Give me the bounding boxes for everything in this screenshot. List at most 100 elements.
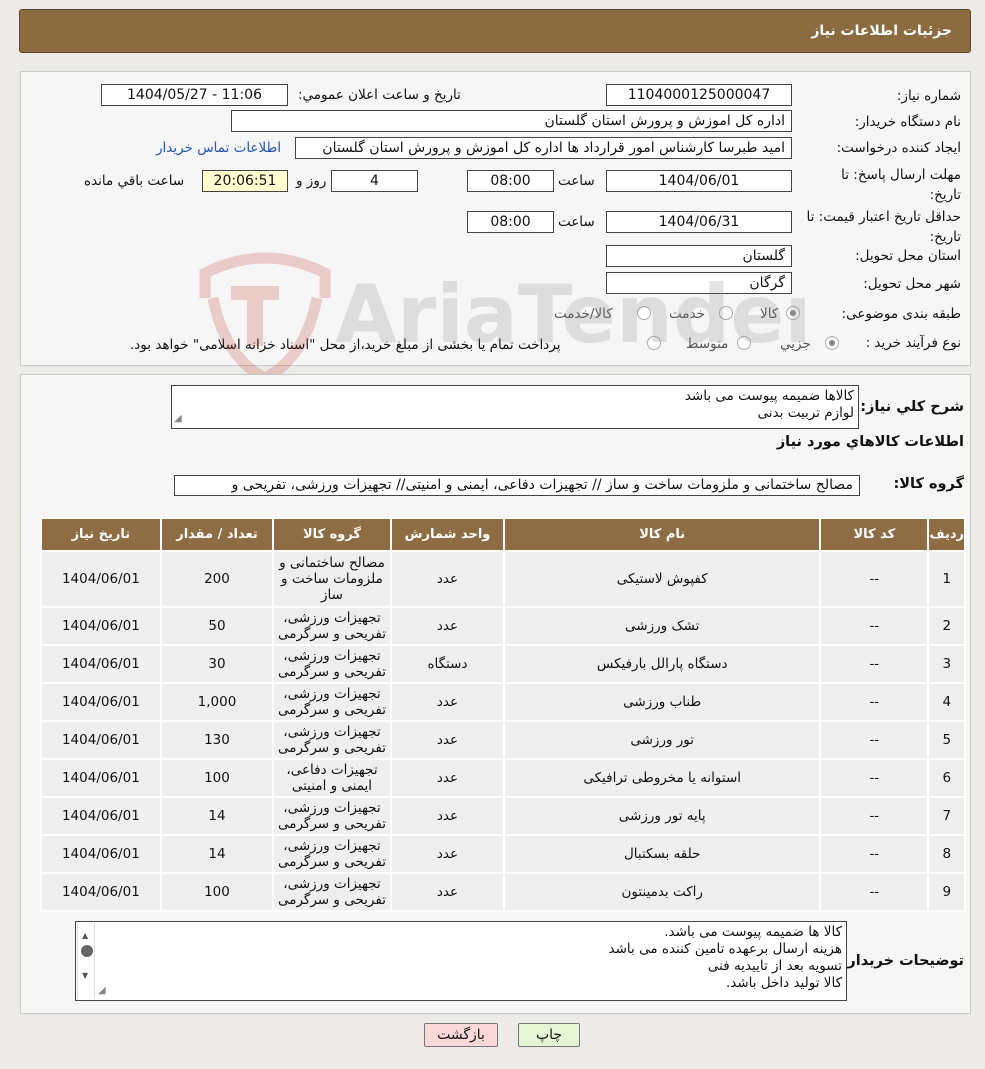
row-number-cell: 7 — [927, 796, 966, 836]
item-name-cell: تور ورزشی — [503, 720, 822, 760]
summary-textarea[interactable]: کالاها ضمیمه پیوست می باشد لوازم تربیت ب… — [171, 385, 859, 429]
announce-label: تاریخ و ساعت اعلان عمومي: — [298, 87, 461, 103]
item-group-cell: تجهیزات ورزشی، تفریحی و سرگرمی — [272, 606, 392, 646]
need-number-field: 1104000125000047 — [606, 84, 792, 106]
item-name-cell: کفپوش لاستیکی — [503, 550, 822, 608]
item-name-cell: راکت بدمینتون — [503, 872, 822, 912]
row-number-cell: 9 — [927, 872, 966, 912]
buyer-org-label: نام دستگاه خریدار: — [854, 114, 961, 130]
category-option-service: خدمت — [669, 306, 705, 322]
row-number-cell: 8 — [927, 834, 966, 874]
item-group-cell: تجهیزات دفاعی، ایمنی و امنیتی — [272, 758, 392, 798]
buyer-contact-link[interactable]: اطلاعات تماس خریدار — [156, 140, 281, 156]
item-code-cell: -- — [819, 872, 930, 912]
process-label: نوع فرآیند خرید : — [865, 335, 961, 351]
validity-date-field: 1404/06/31 — [606, 211, 792, 233]
scroll-up-icon[interactable]: ▲ — [82, 927, 88, 944]
items-table-header: ردیف کد کالا نام کالا واحد شمارش گروه کا… — [40, 517, 966, 552]
col-row-number: ردیف — [927, 517, 966, 552]
group-label: گروه کالا: — [893, 476, 964, 492]
quantity-cell: 100 — [159, 872, 275, 912]
item-group-cell: تجهیزات ورزشی، تفریحی و سرگرمی — [272, 796, 392, 836]
item-name-cell: تشک ورزشی — [503, 606, 822, 646]
deadline-time-word: ساعت — [558, 173, 595, 189]
summary-line: کالاها ضمیمه پیوست می باشد — [684, 388, 854, 404]
row-number-cell: 3 — [927, 644, 966, 684]
table-row: 4 -- طناب ورزشی عدد تجهیزات ورزشی، تفریحی و … — [40, 682, 966, 722]
col-quantity: تعداد / مقدار — [159, 517, 275, 552]
city-label: شهر محل تحویل: — [863, 276, 961, 292]
category-radio-goods[interactable] — [786, 306, 800, 320]
table-row: 8 -- حلقه بسکتبال عدد تجهیزات ورزشی، تفریحی … — [40, 834, 966, 874]
item-code-cell: -- — [819, 796, 930, 836]
province-field: گلستان — [606, 245, 792, 267]
buyer-notes-label: توضیحات خریدار: — [841, 953, 964, 969]
need-date-cell: 1404/06/01 — [40, 758, 162, 798]
need-date-cell: 1404/06/01 — [40, 644, 162, 684]
category-option-goods: کالا — [760, 306, 779, 322]
unit-cell: عدد — [389, 872, 506, 912]
buyer-note-line: کالا ها ضمیمه پیوست می باشد. — [664, 924, 842, 940]
page-title: جزئیات اطلاعات نیاز — [811, 23, 952, 39]
scroll-down-icon[interactable]: ▼ — [82, 967, 88, 984]
deadline-label: مهلت ارسال پاسخ: تا تاریخ: — [841, 167, 961, 203]
item-code-cell: -- — [819, 834, 930, 874]
quantity-cell: 14 — [159, 834, 275, 874]
need-info-panel: شماره نیاز: 1104000125000047 تاریخ و ساع… — [20, 71, 971, 366]
quantity-cell: 130 — [159, 720, 275, 760]
row-number-cell: 4 — [927, 682, 966, 722]
item-group-cell: تجهیزات ورزشی، تفریحی و سرگرمی — [272, 834, 392, 874]
province-label: استان محل تحویل: — [855, 248, 961, 264]
unit-cell: عدد — [389, 682, 506, 722]
print-button[interactable]: چاپ — [518, 1023, 580, 1047]
group-field: مصالح ساختمانی و ملزومات ساخت و ساز // ت… — [174, 475, 860, 496]
unit-cell: عدد — [389, 796, 506, 836]
item-code-cell: -- — [819, 682, 930, 722]
notes-scrollbar[interactable]: ▲ ▼ — [77, 923, 95, 999]
quantity-cell: 30 — [159, 644, 275, 684]
row-number-cell: 2 — [927, 606, 966, 646]
creator-label: ایجاد کننده درخواست: — [836, 140, 961, 156]
category-radio-service[interactable] — [719, 306, 733, 320]
validity-time-field: 08:00 — [467, 211, 554, 233]
days-remaining-field: 4 — [331, 170, 418, 192]
items-section-title: اطلاعات کالاهاي مورد نیاز — [776, 434, 964, 450]
item-name-cell: دستگاه پارالل بارفیکس — [503, 644, 822, 684]
col-need-date: تاریخ نیاز — [40, 517, 162, 552]
col-unit: واحد شمارش — [389, 517, 506, 552]
item-group-cell: مصالح ساختمانی و ملزومات ساخت و ساز — [272, 550, 392, 608]
item-code-cell: -- — [819, 644, 930, 684]
deadline-date-field: 1404/06/01 — [606, 170, 792, 192]
row-number-cell: 1 — [927, 550, 966, 608]
unit-cell: دستگاه — [389, 644, 506, 684]
category-radio-goods-service[interactable] — [637, 306, 651, 320]
buyer-notes-textarea[interactable]: کالا ها ضمیمه پیوست می باشد. هزینه ارسال… — [75, 921, 847, 1001]
process-radio-partial[interactable] — [825, 336, 839, 350]
row-number-cell: 5 — [927, 720, 966, 760]
buyer-note-line: کالا تولید داخل باشد. — [725, 975, 842, 991]
item-code-cell: -- — [819, 758, 930, 798]
item-code-cell: -- — [819, 606, 930, 646]
unit-cell: عدد — [389, 720, 506, 760]
table-row: 6 -- استوانه یا مخروطی ترافیکی عدد تجهیزات د… — [40, 758, 966, 798]
item-name-cell: پایه تور ورزشی — [503, 796, 822, 836]
resize-grip-icon[interactable]: ◢ — [174, 410, 182, 427]
remaining-word: ساعت باقي مانده — [84, 173, 185, 189]
buyer-org-field: اداره کل اموزش و پرورش استان گلستان — [231, 110, 792, 132]
item-name-cell: استوانه یا مخروطی ترافیکی — [503, 758, 822, 798]
unit-cell: عدد — [389, 550, 506, 608]
summary-label: شرح کلي نیاز: — [860, 399, 964, 415]
col-item-code: کد کالا — [819, 517, 930, 552]
resize-grip-icon[interactable]: ◢ — [98, 982, 106, 999]
process-radio-treasury[interactable] — [647, 336, 661, 350]
back-button[interactable]: بازگشت — [424, 1023, 498, 1047]
item-group-cell: تجهیزات ورزشی، تفریحی و سرگرمی — [272, 644, 392, 684]
item-code-cell: -- — [819, 720, 930, 760]
quantity-cell: 200 — [159, 550, 275, 608]
items-table-body: 1 -- کفپوش لاستیکی عدد مصالح ساختمانی و ملزو… — [40, 550, 966, 912]
scroll-thumb[interactable] — [81, 945, 93, 957]
table-row: 3 -- دستگاه پارالل بارفیکس دستگاه تجهیزات ور… — [40, 644, 966, 684]
process-radio-medium[interactable] — [737, 336, 751, 350]
items-panel: شرح کلي نیاز: کالاها ضمیمه پیوست می باشد… — [20, 374, 971, 1014]
announce-field: 1404/05/27 - 11:06 — [101, 84, 288, 106]
